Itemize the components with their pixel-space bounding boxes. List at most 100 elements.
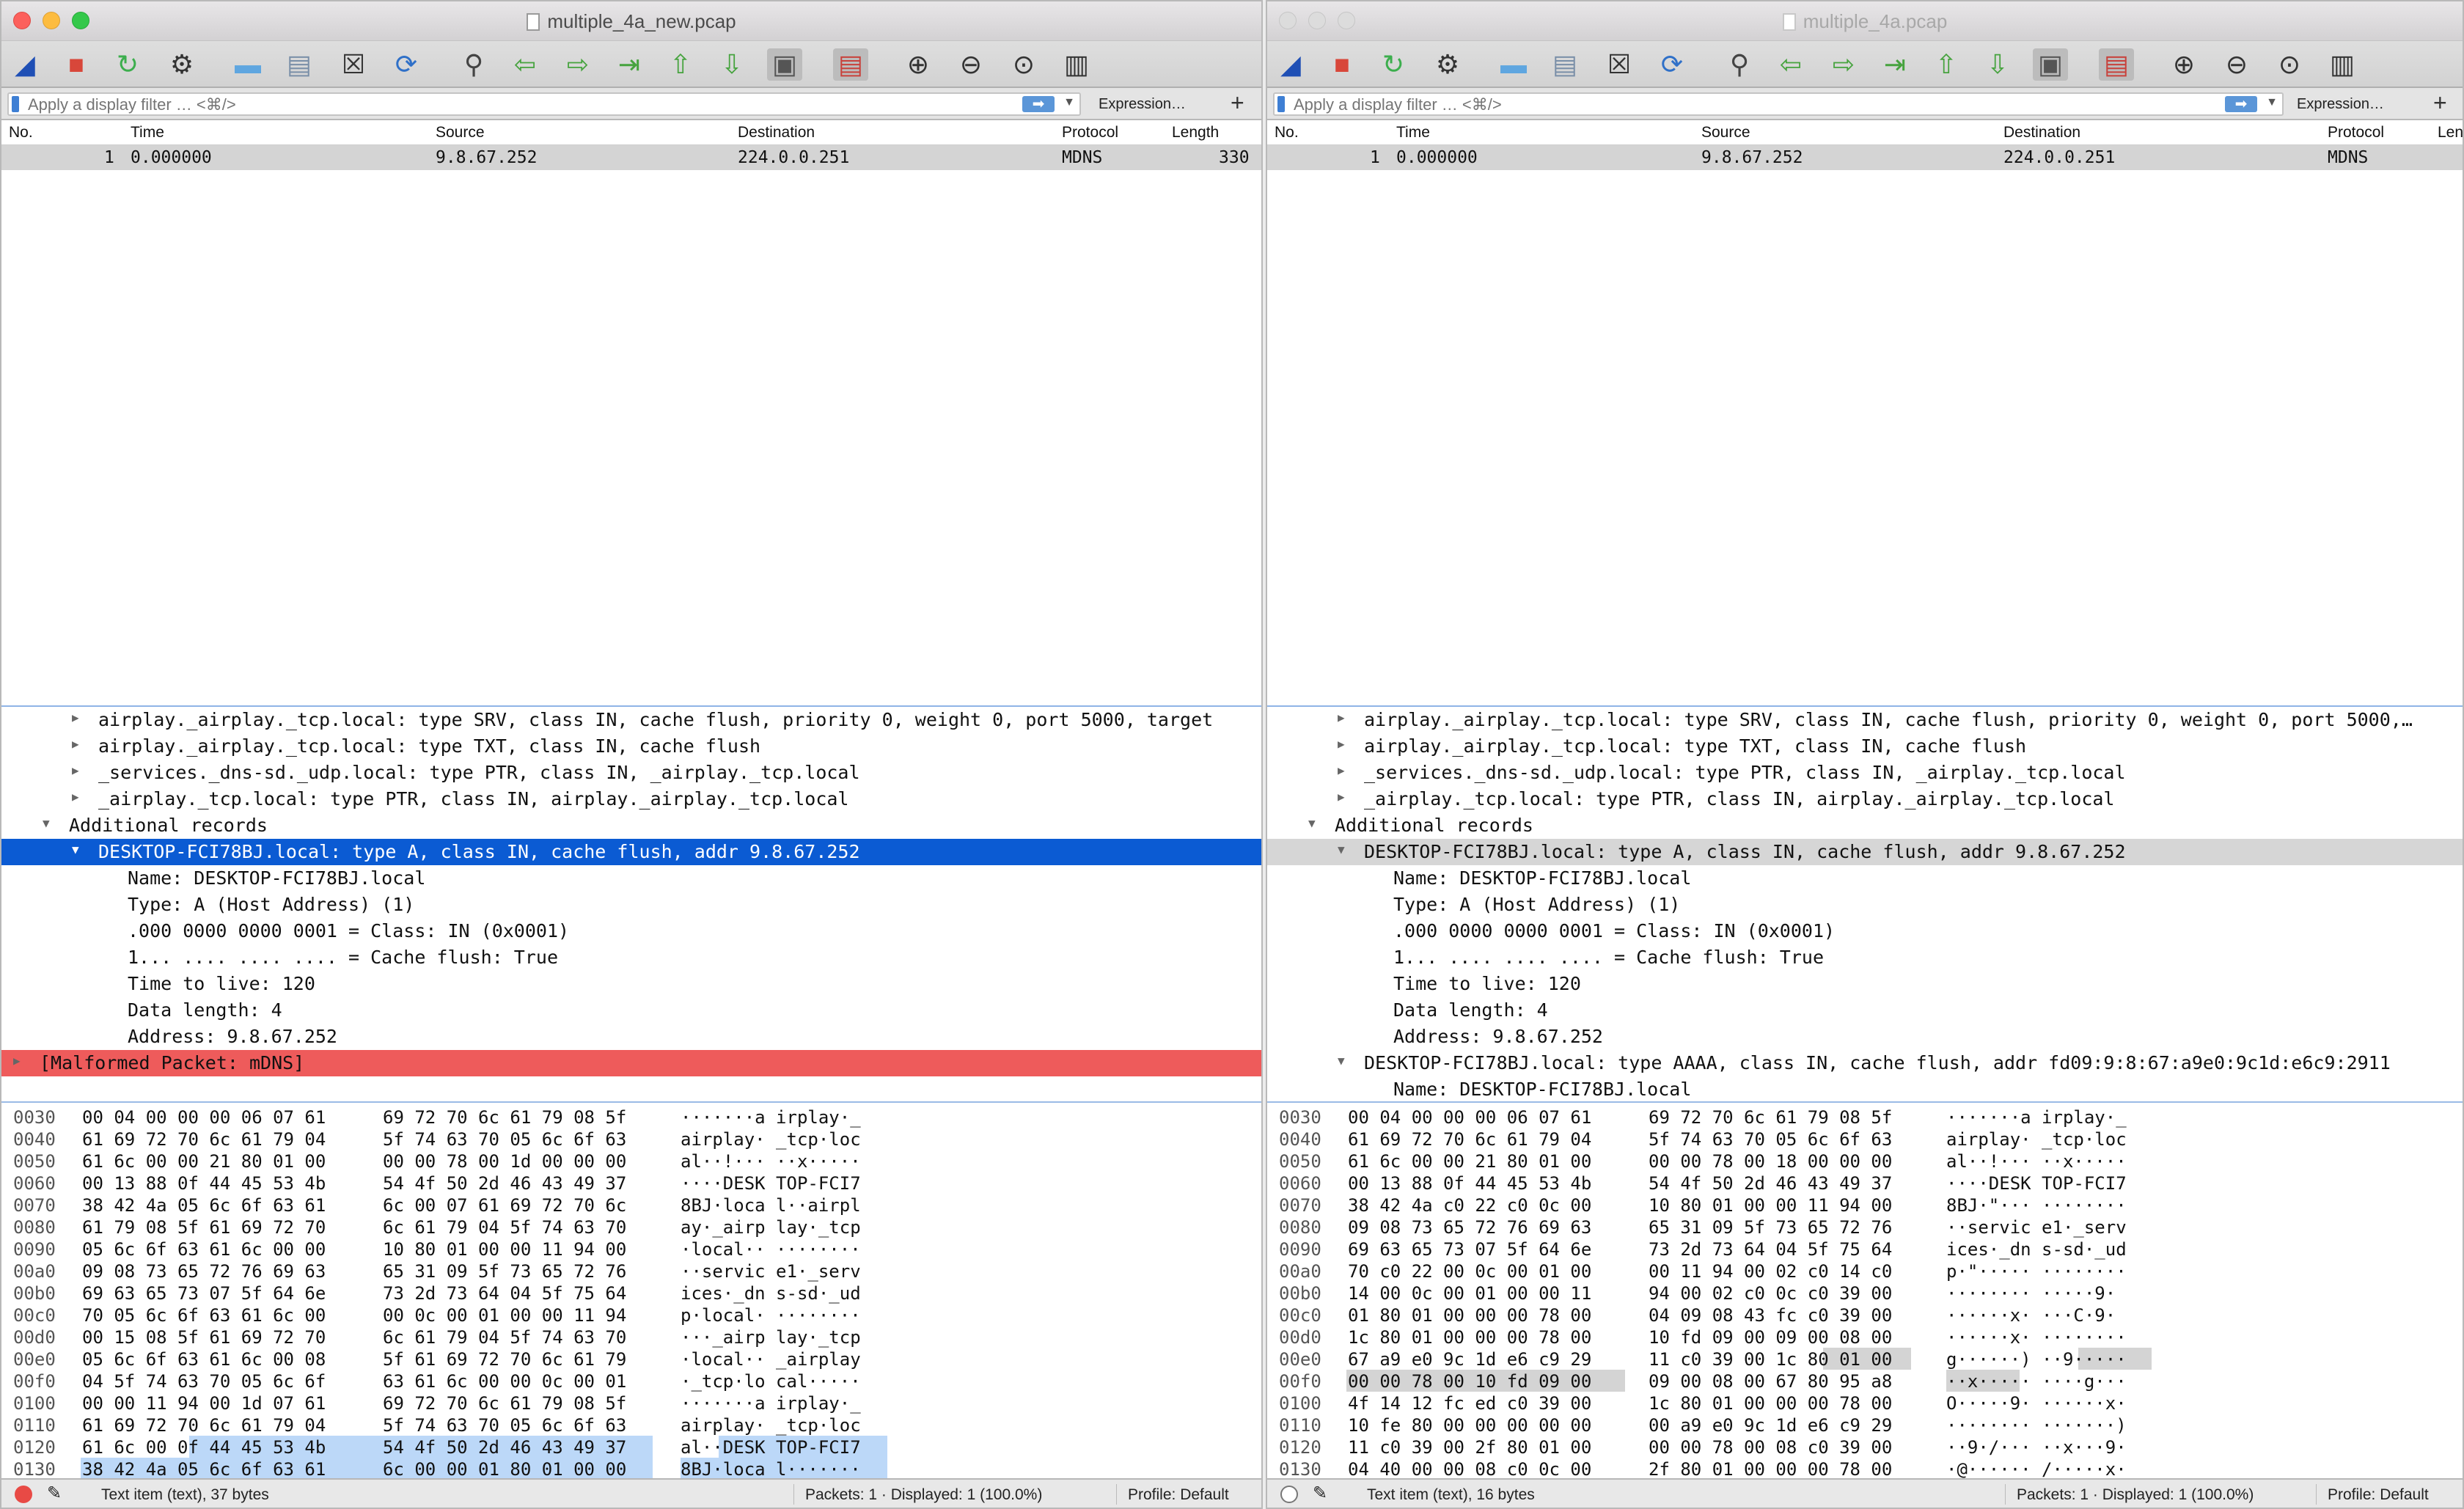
detail-row[interactable]: .000 0000 0000 0001 = Class: IN (0x0001) bbox=[1, 918, 1261, 944]
profile-label[interactable]: Profile: Default bbox=[2328, 1486, 2429, 1504]
hex-row[interactable]: 0090 05 6c 6f 63 61 6c 00 00 10 80 01 00 0… bbox=[1, 1238, 1261, 1260]
restart-capture-icon[interactable]: ↻ bbox=[1376, 48, 1411, 81]
go-to-packet-icon[interactable]: ⇥ bbox=[1877, 48, 1913, 81]
expert-info-icon[interactable] bbox=[15, 1486, 32, 1503]
column-protocol[interactable]: Protocol bbox=[2328, 124, 2384, 142]
go-to-packet-icon[interactable]: ⇥ bbox=[612, 48, 647, 81]
detail-row[interactable]: ▼ Additional records bbox=[1267, 812, 2463, 839]
hex-row[interactable]: 0030 00 04 00 00 00 06 07 61 69 72 70 6c 6… bbox=[1, 1106, 1261, 1128]
packet-list[interactable]: No. Time Source Destination Protocol Len… bbox=[1267, 120, 2463, 707]
restart-capture-icon[interactable]: ↻ bbox=[110, 48, 145, 81]
detail-row[interactable]: ▶ airplay._airplay._tcp.local: type TXT, … bbox=[1, 733, 1261, 760]
edit-comment-icon[interactable]: ✎ bbox=[1313, 1483, 1327, 1504]
disclosure-open-icon[interactable]: ▼ bbox=[43, 816, 50, 830]
detail-row[interactable]: ▶ _services._dns-sd._udp.local: type PTR,… bbox=[1267, 760, 2463, 786]
find-packet-icon[interactable]: ⚲ bbox=[456, 48, 491, 81]
column-source[interactable]: Source bbox=[436, 124, 485, 142]
capture-options-icon[interactable]: ⚙ bbox=[164, 48, 199, 81]
colorize-icon[interactable]: ▤ bbox=[833, 48, 868, 81]
resize-columns-icon[interactable]: ▥ bbox=[1059, 48, 1094, 81]
detail-row[interactable]: ▶ _airplay._tcp.local: type PTR, class IN… bbox=[1, 786, 1261, 812]
close-file-icon[interactable]: ☒ bbox=[336, 48, 371, 81]
go-first-icon[interactable]: ⇧ bbox=[663, 48, 698, 81]
disclosure-closed-icon[interactable]: ▶ bbox=[72, 790, 79, 804]
zoom-out-icon[interactable]: ⊖ bbox=[953, 48, 989, 81]
detail-row[interactable]: Name: DESKTOP-FCI78BJ.local bbox=[1, 865, 1261, 892]
column-destination[interactable]: Destination bbox=[2003, 124, 2080, 142]
column-no[interactable]: No. bbox=[1275, 124, 1299, 142]
hex-row[interactable]: 0100 00 00 11 94 00 1d 07 61 69 72 70 6c 6… bbox=[1, 1392, 1261, 1414]
reload-icon[interactable]: ⟳ bbox=[1654, 48, 1690, 81]
go-first-icon[interactable]: ⇧ bbox=[1929, 48, 1964, 81]
zoom-in-icon[interactable]: ⊕ bbox=[901, 48, 936, 81]
hex-row[interactable]: 0130 38 42 4a 05 6c 6f 63 61 6c 00 00 01 8… bbox=[1, 1458, 1261, 1480]
disclosure-open-icon[interactable]: ▼ bbox=[1338, 842, 1345, 856]
column-no[interactable]: No. bbox=[9, 124, 33, 142]
open-folder-icon[interactable]: ▬ bbox=[1496, 48, 1531, 81]
filter-history-dropdown[interactable]: ▼ bbox=[1063, 96, 1075, 109]
packet-details-tree[interactable]: ▶ airplay._airplay._tcp.local: type SRV, … bbox=[1, 707, 1261, 1103]
detail-row[interactable]: ▼ DESKTOP-FCI78BJ.local: type A, class IN… bbox=[1267, 839, 2463, 865]
hex-row[interactable]: 00c0 01 80 01 00 00 00 78 00 04 09 08 43 f… bbox=[1267, 1304, 2463, 1326]
disclosure-closed-icon[interactable]: ▶ bbox=[1338, 737, 1345, 751]
column-destination[interactable]: Destination bbox=[738, 124, 815, 142]
shark-fin-start-icon[interactable]: ◢ bbox=[7, 48, 43, 81]
detail-row[interactable]: .000 0000 0000 0001 = Class: IN (0x0001) bbox=[1267, 918, 2463, 944]
filter-history-dropdown[interactable]: ▼ bbox=[2266, 96, 2278, 109]
disclosure-closed-icon[interactable]: ▶ bbox=[1338, 763, 1345, 777]
detail-row[interactable]: ▶ [Malformed Packet: mDNS] bbox=[1, 1050, 1261, 1076]
hex-row[interactable]: 0080 61 79 08 5f 61 69 72 70 6c 61 79 04 5… bbox=[1, 1216, 1261, 1238]
go-forward-icon[interactable]: ⇨ bbox=[1826, 48, 1861, 81]
hex-row[interactable]: 0040 61 69 72 70 6c 61 79 04 5f 74 63 70 0… bbox=[1267, 1128, 2463, 1150]
detail-row[interactable]: Name: DESKTOP-FCI78BJ.local bbox=[1267, 865, 2463, 892]
detail-row[interactable]: Time to live: 120 bbox=[1267, 971, 2463, 997]
disclosure-closed-icon[interactable]: ▶ bbox=[13, 1054, 21, 1068]
zoom-out-icon[interactable]: ⊖ bbox=[2219, 48, 2254, 81]
shark-fin-start-icon[interactable]: ◢ bbox=[1273, 48, 1308, 81]
detail-row[interactable]: ▼ DESKTOP-FCI78BJ.local: type AAAA, class… bbox=[1267, 1050, 2463, 1076]
hex-row[interactable]: 00e0 67 a9 e0 9c 1d e6 c9 29 11 c0 39 00 1… bbox=[1267, 1348, 2463, 1370]
detail-row[interactable]: Time to live: 120 bbox=[1, 971, 1261, 997]
hex-row[interactable]: 00d0 00 15 08 5f 61 69 72 70 6c 61 79 04 5… bbox=[1, 1326, 1261, 1348]
expression-button[interactable]: Expression… bbox=[1099, 96, 1186, 113]
add-filter-button[interactable]: + bbox=[1231, 89, 1244, 117]
zoom-normal-icon[interactable]: ⊙ bbox=[2272, 48, 2307, 81]
close-file-icon[interactable]: ☒ bbox=[1602, 48, 1637, 81]
zoom-in-icon[interactable]: ⊕ bbox=[2166, 48, 2201, 81]
hex-row[interactable]: 0050 61 6c 00 00 21 80 01 00 00 00 78 00 1… bbox=[1, 1150, 1261, 1172]
resize-columns-icon[interactable]: ▥ bbox=[2325, 48, 2360, 81]
colorize-icon[interactable]: ▤ bbox=[2099, 48, 2134, 81]
hex-row[interactable]: 0040 61 69 72 70 6c 61 79 04 5f 74 63 70 0… bbox=[1, 1128, 1261, 1150]
hex-row[interactable]: 0060 00 13 88 0f 44 45 53 4b 54 4f 50 2d 4… bbox=[1, 1172, 1261, 1194]
bookmark-icon[interactable] bbox=[1277, 96, 1285, 112]
hex-row[interactable]: 0110 10 fe 80 00 00 00 00 00 00 a9 e0 9c 1… bbox=[1267, 1414, 2463, 1436]
column-time[interactable]: Time bbox=[1396, 124, 1430, 142]
detail-row[interactable]: Address: 9.8.67.252 bbox=[1267, 1024, 2463, 1050]
detail-row[interactable]: ▶ _airplay._tcp.local: type PTR, class IN… bbox=[1267, 786, 2463, 812]
detail-row[interactable]: Type: A (Host Address) (1) bbox=[1267, 892, 2463, 918]
column-protocol[interactable]: Protocol bbox=[1062, 124, 1118, 142]
disclosure-open-icon[interactable]: ▼ bbox=[72, 842, 79, 856]
display-filter-input[interactable] bbox=[1294, 96, 2100, 114]
zoom-normal-icon[interactable]: ⊙ bbox=[1006, 48, 1041, 81]
save-file-icon[interactable]: ▤ bbox=[282, 48, 317, 81]
disclosure-closed-icon[interactable]: ▶ bbox=[72, 763, 79, 777]
title-bar[interactable]: multiple_4a_new.pcap bbox=[1, 1, 1261, 41]
find-packet-icon[interactable]: ⚲ bbox=[1722, 48, 1757, 81]
bookmark-icon[interactable] bbox=[12, 96, 19, 112]
profile-label[interactable]: Profile: Default bbox=[1128, 1486, 1229, 1504]
detail-row[interactable]: ▶ airplay._airplay._tcp.local: type SRV, … bbox=[1267, 707, 2463, 733]
column-source[interactable]: Source bbox=[1701, 124, 1750, 142]
hex-row[interactable]: 0100 4f 14 12 fc ed c0 39 00 1c 80 01 00 0… bbox=[1267, 1392, 2463, 1414]
go-back-icon[interactable]: ⇦ bbox=[1773, 48, 1808, 81]
packet-row[interactable]: 1 0.000000 9.8.67.252 224.0.0.251 MDNS bbox=[1267, 145, 2463, 170]
auto-scroll-icon[interactable]: ▣ bbox=[767, 48, 802, 81]
detail-row[interactable]: ▼ DESKTOP-FCI78BJ.local: type A, class IN… bbox=[1, 839, 1261, 865]
hex-row[interactable]: 0120 61 6c 00 0f 44 45 53 4b 54 4f 50 2d 4… bbox=[1, 1436, 1261, 1458]
detail-row[interactable]: ▼ Additional records bbox=[1, 812, 1261, 839]
go-last-icon[interactable]: ⇩ bbox=[714, 48, 749, 81]
apply-filter-button[interactable]: ➡ bbox=[1022, 96, 1055, 112]
hex-row[interactable]: 00a0 70 c0 22 00 0c 00 01 00 00 11 94 00 0… bbox=[1267, 1260, 2463, 1282]
detail-row[interactable]: Type: A (Host Address) (1) bbox=[1, 892, 1261, 918]
reload-icon[interactable]: ⟳ bbox=[389, 48, 424, 81]
